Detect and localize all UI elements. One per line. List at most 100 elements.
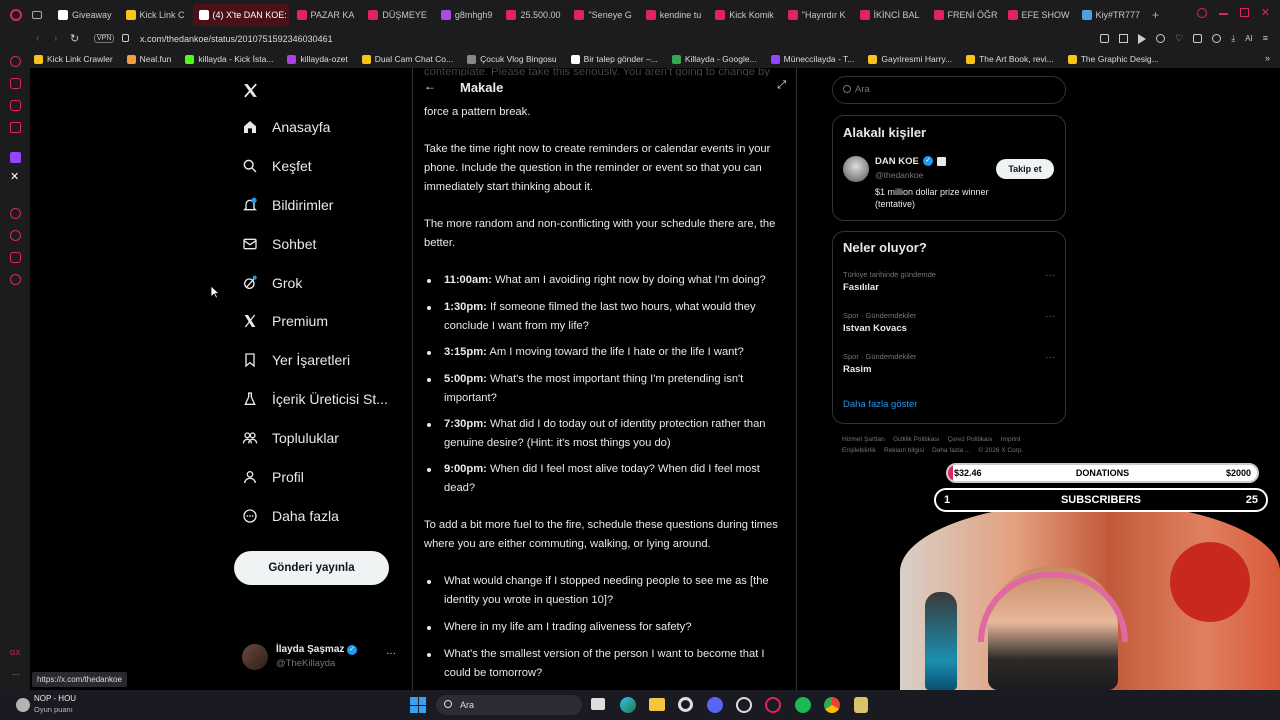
chrome-icon[interactable] xyxy=(824,697,840,713)
discord-icon[interactable] xyxy=(707,697,723,713)
footer-link[interactable]: Gizlilik Politikası xyxy=(893,436,940,443)
maximize-button[interactable] xyxy=(1239,8,1249,17)
person-name[interactable]: DAN KOE xyxy=(875,156,919,167)
sidebar-history-icon[interactable] xyxy=(10,230,21,241)
heart-icon[interactable]: ♡ xyxy=(1175,34,1183,44)
obs-icon[interactable] xyxy=(736,697,752,713)
browser-tab[interactable]: DÜŞMEYE xyxy=(362,4,433,26)
nav-item-mail[interactable]: Sohbet xyxy=(242,236,316,252)
footer-link[interactable]: Erişilebilirlik xyxy=(842,447,876,454)
browser-tab[interactable]: g8mhgh9 xyxy=(435,4,499,26)
opera-gx-icon[interactable] xyxy=(765,697,781,713)
follow-button[interactable]: Takip et xyxy=(996,159,1054,179)
share-icon[interactable] xyxy=(1212,34,1222,43)
footer-link[interactable]: Reklam bilgisi xyxy=(884,447,924,454)
vpn-badge[interactable]: VPN xyxy=(94,34,115,43)
url-field[interactable]: x.com/thedankoe/status/20107515923460304… xyxy=(140,34,333,44)
adblock-icon[interactable] xyxy=(1156,34,1166,43)
bookmark-item[interactable]: Killayda - Google... xyxy=(671,54,757,64)
bookmark-item[interactable]: Bir talep gönder –... xyxy=(570,54,658,64)
search-tabs-icon[interactable] xyxy=(1196,8,1207,18)
sidebar-player-icon[interactable] xyxy=(10,208,21,219)
bookmark-item[interactable]: killayda - Kick İsta... xyxy=(185,54,273,64)
sidebar-aria-icon[interactable] xyxy=(10,78,21,89)
bookmark-item[interactable]: The Graphic Desig... xyxy=(1067,54,1159,64)
sidebar-messenger-icon[interactable] xyxy=(10,56,21,67)
post-button[interactable]: Gönderi yayınla xyxy=(234,551,389,585)
sidebar-extensions-icon[interactable] xyxy=(10,252,21,263)
taskview-icon[interactable] xyxy=(591,698,605,710)
sidebar-gx-icon[interactable]: GX xyxy=(10,650,20,657)
tab-overview-icon[interactable] xyxy=(32,11,42,19)
back-arrow-icon[interactable]: ← xyxy=(424,79,436,93)
minimize-button[interactable] xyxy=(1218,13,1228,15)
more-icon[interactable]: ··· xyxy=(386,648,396,659)
bookmark-item[interactable]: Çocuk Vlog Bingosu xyxy=(467,54,557,64)
trend-more-icon[interactable]: ··· xyxy=(1045,270,1055,281)
bookmarks-more-icon[interactable]: » xyxy=(1265,53,1270,63)
x-logo-icon[interactable] xyxy=(242,82,259,99)
streamerbot-icon[interactable] xyxy=(854,697,868,713)
nav-item-bell[interactable]: Bildirimler xyxy=(242,197,333,213)
footer-link[interactable]: Hizmet Şartları xyxy=(842,436,885,443)
browser-tab[interactable]: kendine tu xyxy=(640,4,708,26)
settings-icon[interactable] xyxy=(678,697,693,712)
footer-link[interactable]: Çerez Politikası xyxy=(948,436,993,443)
bookmark-item[interactable]: Müneccilayda - T... xyxy=(770,54,854,64)
trend-more-icon[interactable]: ··· xyxy=(1045,352,1055,363)
back-icon[interactable]: ‹ xyxy=(36,33,39,44)
sidebar-twitch-icon[interactable] xyxy=(10,152,21,163)
footer-link[interactable]: Daha fazla ... xyxy=(932,447,970,454)
extension-icon[interactable] xyxy=(1100,34,1110,43)
sidebar-more-icon[interactable]: ··· xyxy=(12,670,20,679)
nav-item-flask[interactable]: İçerik Üreticisi St... xyxy=(242,391,388,407)
spotify-icon[interactable] xyxy=(795,697,811,713)
trend-item[interactable]: Türkiye tarihinde gündemde Fasılılar ··· xyxy=(843,270,1055,304)
bookmark-item[interactable]: Dual Cam Chat Co... xyxy=(361,54,453,64)
forward-icon[interactable]: › xyxy=(54,33,57,44)
browser-tab[interactable]: FRENİ ÖĞR xyxy=(928,4,1000,26)
account-switcher[interactable]: İlayda Şaşmaz ✓ @TheKillayda ··· xyxy=(242,642,402,674)
browser-tab[interactable]: Kick Link C xyxy=(120,4,191,26)
nav-item-grok[interactable]: Grok xyxy=(242,275,302,291)
play-icon[interactable] xyxy=(1138,34,1147,44)
bookmark-item[interactable]: Kick Link Crawler xyxy=(34,54,113,64)
browser-tab[interactable]: Giveaway xyxy=(52,4,118,26)
browser-tab[interactable]: İKİNCİ BAL xyxy=(854,4,926,26)
sidebar-settings-icon[interactable] xyxy=(10,274,21,285)
nav-item-person[interactable]: Profil xyxy=(242,469,304,485)
new-tab-button[interactable]: + xyxy=(1152,8,1159,22)
sidebar-x-icon[interactable]: ✕ xyxy=(10,172,19,183)
footer-link[interactable]: Imprint xyxy=(1001,436,1021,443)
search-input[interactable]: Ara xyxy=(832,76,1066,104)
browser-tab[interactable]: 25.500.00 xyxy=(500,4,566,26)
reload-icon[interactable]: ↻ xyxy=(70,32,79,45)
avatar[interactable] xyxy=(843,156,869,182)
nav-item-x[interactable]: Premium xyxy=(242,313,328,329)
menu-icon[interactable]: ≡ xyxy=(1263,34,1268,44)
expand-icon[interactable]: ⤢ xyxy=(777,79,786,92)
wallet-icon[interactable] xyxy=(1193,34,1203,43)
browser-tab[interactable]: Kiy#TR777 xyxy=(1076,4,1147,26)
browser-tab[interactable]: "Seneye G xyxy=(568,4,637,26)
browser-tab[interactable]: EFE SHOW xyxy=(1002,4,1074,26)
show-more-link[interactable]: Daha fazla göster xyxy=(843,399,917,410)
browser-tab[interactable]: (4) X'te DAN KOE: " xyxy=(192,4,289,26)
ai-button[interactable]: AI xyxy=(1245,34,1253,44)
taskbar-search[interactable]: Ara xyxy=(436,695,582,715)
close-window-button[interactable]: ✕ xyxy=(1261,8,1270,19)
nav-item-people[interactable]: Topluluklar xyxy=(242,430,339,446)
snapshot-icon[interactable] xyxy=(1119,34,1129,43)
start-icon[interactable] xyxy=(410,697,426,713)
trend-item[interactable]: Spor · Gündemdekiler Rasim ··· xyxy=(843,352,1055,386)
bookmark-item[interactable]: The Art Book, revi... xyxy=(966,54,1054,64)
now-playing-icon[interactable] xyxy=(16,698,30,712)
edge-icon[interactable] xyxy=(620,697,636,713)
bookmark-item[interactable]: Gayriresmi Harry... xyxy=(868,54,952,64)
bookmark-item[interactable]: Neal.fun xyxy=(126,54,171,64)
browser-tab[interactable]: "Hayırdır K xyxy=(782,4,852,26)
nav-item-search[interactable]: Keşfet xyxy=(242,158,312,174)
opera-logo-icon[interactable] xyxy=(10,9,22,21)
nav-item-more[interactable]: Daha fazla xyxy=(242,508,339,524)
download-icon[interactable]: ⤓ xyxy=(1231,34,1235,44)
